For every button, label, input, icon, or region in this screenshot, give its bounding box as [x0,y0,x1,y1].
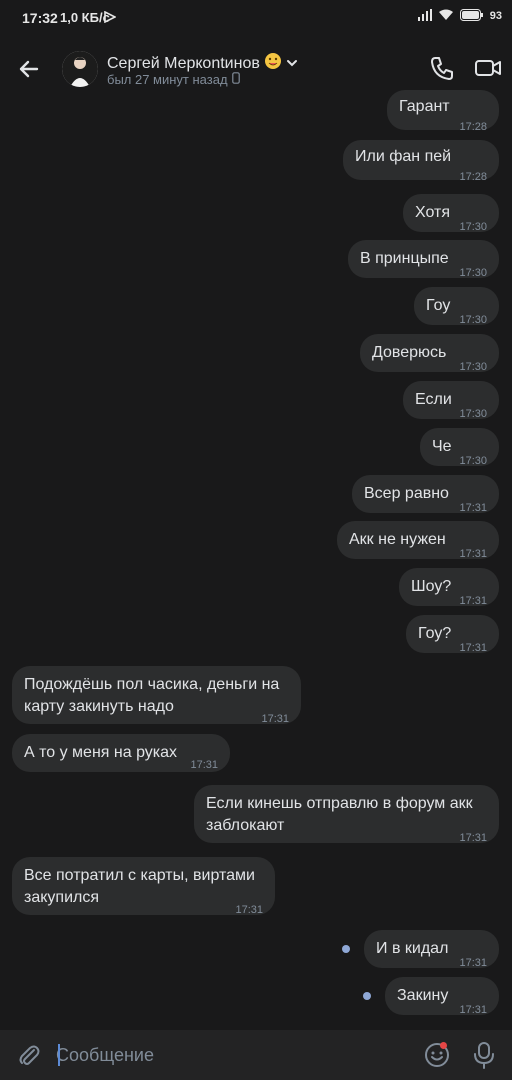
video-call-button[interactable] [474,54,502,82]
message-text: Гарант [399,98,450,115]
message-time: 17:31 [190,759,218,771]
message-time: 17:30 [459,361,487,373]
message-text: Все потратил с карты, виртами закупился [24,867,255,906]
message-text: А то у меня на руках [24,744,178,761]
avatar[interactable] [62,51,98,87]
outgoing-message[interactable]: Че 17:30 [420,428,499,467]
outgoing-message[interactable]: Шоу? 17:31 [399,568,499,607]
outgoing-message[interactable]: Гоу 17:30 [414,287,499,326]
outgoing-message[interactable]: И в кидал 17:31 [364,930,499,969]
message-text: И в кидал [376,940,449,957]
message-time: 17:31 [261,713,289,725]
microphone-icon [474,1042,494,1069]
battery-icon [459,8,484,24]
message-text: Закину [397,987,449,1004]
message-time: 17:30 [459,455,487,467]
outgoing-message[interactable]: Гоу? 17:31 [406,615,499,654]
message-time: 17:31 [459,1004,487,1016]
notification-dot [440,1042,447,1049]
message-time: 17:31 [459,548,487,560]
attach-button[interactable] [16,1042,42,1068]
incoming-message[interactable]: А то у меня на руках 17:31 [12,734,230,772]
unread-indicator [342,945,350,953]
video-camera-icon [475,60,501,76]
message-time: 17:30 [459,221,487,233]
message-time: 17:31 [459,957,487,969]
contact-status-text: был 27 минут назад [107,72,228,87]
message-text: Всер равно [364,485,449,502]
message-text: Шоу? [411,578,452,595]
mobile-phone-icon [231,72,240,87]
message-text: Если кинешь отправлю в форум акк заблока… [206,795,473,834]
outgoing-message[interactable]: Доверюсь 17:30 [360,334,499,373]
message-time: 17:28 [459,171,487,183]
message-composer [0,1030,512,1080]
incoming-message[interactable]: Подождёшь пол часика, деньги на карту за… [12,666,301,725]
message-time: 17:30 [459,267,487,279]
message-time: 17:31 [459,502,487,514]
back-button[interactable] [14,54,44,84]
message-text: Хотя [415,204,451,221]
upload-arrow-icon [104,10,117,26]
paperclip-icon [19,1045,40,1065]
message-text: В принцыпе [360,250,449,267]
text-caret [58,1044,60,1066]
outgoing-message[interactable]: Закину 17:31 [385,977,499,1016]
message-text: Если [415,391,452,408]
message-time: 17:30 [459,408,487,420]
message-text: Доверюсь [372,344,447,361]
arrow-left-icon [19,60,39,78]
message-time: 17:31 [459,595,487,607]
status-time: 17:32 [22,10,58,26]
outgoing-message[interactable]: Гарант 17:28 [387,90,499,133]
message-time: 17:30 [459,314,487,326]
message-text: Че [432,438,452,455]
unread-indicator [363,992,371,1000]
outgoing-message[interactable]: Если 17:30 [403,381,499,420]
outgoing-message[interactable]: Акк не нужен 17:31 [337,521,499,560]
incoming-message[interactable]: Все потратил с карты, виртами закупился 1… [12,857,275,916]
outgoing-message[interactable]: Всер равно 17:31 [352,475,499,514]
battery-percent: 93 [489,10,502,22]
message-list[interactable]: Гарант 17:28 Или фан пей 17:28 Хотя 17:30 В пр… [0,90,512,1028]
voice-message-button[interactable] [472,1041,496,1069]
outgoing-message[interactable]: Или фан пей 17:28 [343,140,499,183]
status-bar: 17:32 1,0 КБ/с 93 [0,0,512,36]
message-time: 17:31 [235,904,263,916]
call-button[interactable] [428,54,456,82]
message-time: 17:31 [459,832,487,844]
outgoing-message[interactable]: В принцыпе 17:30 [348,240,499,279]
phone-icon [431,57,453,80]
wifi-icon [438,8,454,24]
status-network-speed: 1,0 КБ/с [60,10,110,25]
message-text: Акк не нужен [349,531,446,548]
message-time: 17:28 [459,121,487,133]
signal-icon [417,8,432,24]
contact-name-text: Сергей Меркontинов [107,54,260,72]
message-text: Гоу? [418,625,452,642]
emoji-face-icon [264,52,282,75]
contact-status: был 27 минут назад [107,72,240,87]
outgoing-message[interactable]: Хотя 17:30 [403,194,499,233]
message-input[interactable] [56,1040,356,1070]
message-time: 17:31 [459,642,487,654]
message-text: Гоу [426,297,451,314]
message-text: Или фан пей [355,148,452,165]
message-text: Подождёшь пол часика, деньги на карту за… [24,676,280,715]
chevron-down-icon[interactable] [286,55,298,73]
outgoing-message[interactable]: Если кинешь отправлю в форум акк заблока… [194,785,499,844]
